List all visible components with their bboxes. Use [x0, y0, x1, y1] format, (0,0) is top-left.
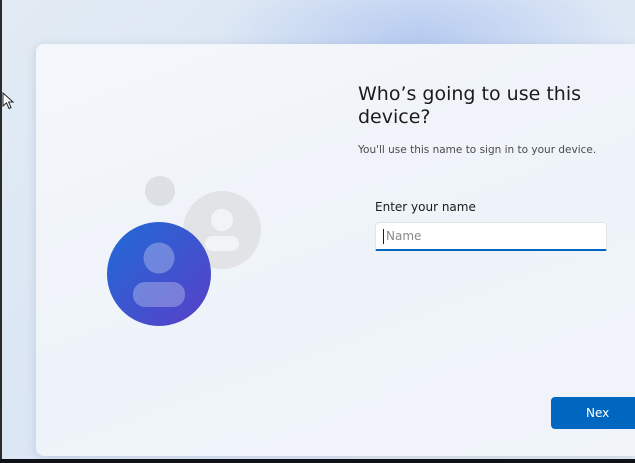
- small-avatar-dot: [145, 176, 175, 206]
- mouse-pointer-icon: [2, 92, 15, 110]
- vm-window-edge: [0, 0, 2, 463]
- page-description: You'll use this name to sign in to your …: [358, 144, 597, 156]
- next-button[interactable]: Nex: [551, 397, 635, 429]
- page-title: Who’s going to use this device?: [358, 83, 581, 128]
- oobe-dialog: Who’s going to use this device? You'll u…: [36, 44, 635, 456]
- vm-window-bottom-edge: [0, 459, 635, 463]
- name-input[interactable]: [375, 222, 607, 251]
- front-avatar-icon: [107, 222, 211, 326]
- text-caret: [383, 229, 384, 244]
- name-field-label: Enter your name: [375, 200, 476, 214]
- user-avatars-illustration: [107, 176, 261, 326]
